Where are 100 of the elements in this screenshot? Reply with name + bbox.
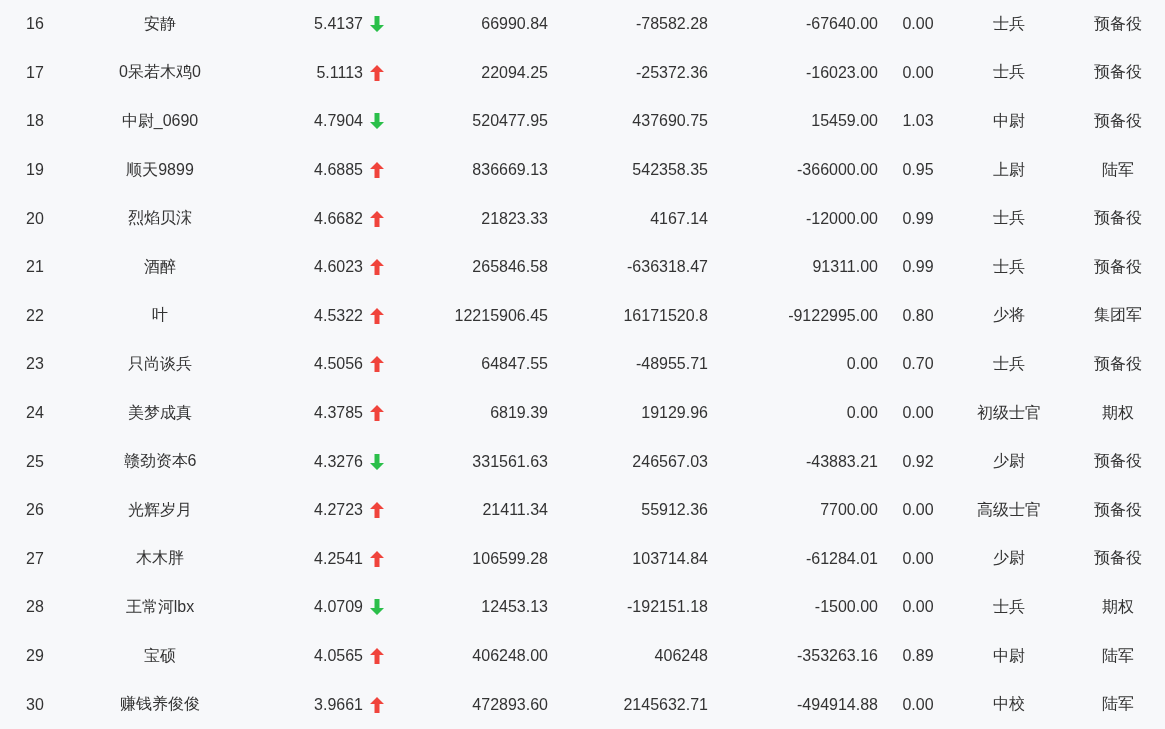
table-cell: 406248.00	[472, 647, 548, 665]
name-cell-text: 烈焰贝浨	[128, 208, 192, 229]
table-cell: 0.89	[902, 647, 934, 665]
table-cell: 836669.13	[472, 161, 548, 180]
rank-cell: 25	[26, 452, 44, 471]
table-cell: 55912.36	[641, 501, 708, 520]
name-cell-text: 赚钱养俊俊	[120, 694, 200, 715]
rank-title-cell-text: 高级士官	[977, 499, 1041, 520]
table-cell: 0.00	[902, 63, 934, 82]
score-cell: 4.6023	[314, 258, 363, 277]
rank-title-cell-text: 中尉	[993, 645, 1025, 666]
group-cell-text: 预备役	[1093, 111, 1142, 131]
table-cell: -25372.36	[635, 63, 708, 82]
rank-title-cell-text: 少将	[993, 305, 1025, 326]
table-cell: 0.00	[902, 501, 934, 520]
score-cell: 4.0565	[314, 647, 363, 665]
score-cell: 4.6885	[314, 161, 363, 180]
table-cell: 21823.33	[481, 209, 548, 228]
table-cell: 22094.25	[481, 63, 548, 82]
group-cell-text: 预备役	[1093, 13, 1142, 34]
rank-cell: 26	[26, 501, 44, 520]
table-cell: 0.00	[902, 404, 934, 423]
rank-title-cell-text: 中尉	[993, 111, 1025, 131]
table-cell: 0.99	[902, 258, 934, 277]
table-cell: 406248	[654, 647, 708, 665]
table-cell: -12000.00	[805, 209, 878, 228]
table-cell: -48955.71	[635, 355, 708, 374]
table-cell: -43883.21	[805, 452, 878, 471]
group-cell-text: 预备役	[1093, 353, 1142, 374]
group-cell-text: 预备役	[1093, 499, 1142, 520]
table-cell: 542358.35	[632, 161, 708, 180]
score-cell: 3.9661	[314, 695, 363, 714]
table-cell: -494914.88	[797, 695, 878, 714]
rank-title-cell-text: 初级士官	[977, 402, 1041, 423]
name-cell-text: 只尚谈兵	[128, 353, 192, 374]
table-cell: 6819.39	[490, 404, 548, 423]
rank-title-cell-text: 少尉	[993, 548, 1025, 569]
name-cell-text: 安静	[144, 13, 176, 34]
table-cell: 7700.00	[820, 501, 878, 520]
table-cell: 4167.14	[650, 209, 708, 228]
table-cell: 1.03	[902, 112, 934, 131]
rank-cell: 18	[26, 112, 44, 131]
rank-cell: 19	[26, 161, 44, 180]
table-cell: -61284.01	[805, 549, 878, 568]
table-cell: 0.00	[902, 549, 934, 568]
group-cell-text: 陆军	[1101, 159, 1134, 180]
score-cell: 4.3785	[314, 404, 363, 423]
rank-title-cell-text: 士兵	[993, 256, 1025, 277]
table-cell: 2145632.71	[623, 695, 708, 714]
table-cell: 66990.84	[481, 15, 548, 34]
group-cell-text: 陆军	[1101, 694, 1134, 715]
table-cell: 103714.84	[632, 549, 708, 568]
table-cell: 12215906.45	[454, 306, 548, 325]
table-cell: -67640.00	[805, 15, 878, 34]
table-cell: 0.00	[902, 695, 934, 714]
table-cell: 520477.95	[472, 112, 548, 131]
table-cell: -78582.28	[635, 15, 708, 34]
rank-cell: 16	[26, 15, 44, 34]
table-cell: 246567.03	[632, 452, 708, 471]
score-cell: 5.4137	[314, 15, 363, 34]
table-cell: -366000.00	[797, 161, 878, 180]
table-cell: 265846.58	[472, 258, 548, 277]
group-cell-text: 预备役	[1093, 548, 1142, 569]
name-cell-text: 美梦成真	[128, 402, 192, 423]
group-cell-text: 集团军	[1093, 305, 1142, 326]
table-cell: 64847.55	[481, 355, 548, 374]
table-cell: 15459.00	[811, 112, 878, 131]
table-cell: 437690.75	[632, 112, 708, 131]
name-cell-text: 木木胖	[136, 548, 184, 569]
group-cell-text: 预备役	[1093, 62, 1142, 83]
name-cell-text: 酒醉	[144, 256, 176, 277]
group-cell-text: 预备役	[1093, 208, 1142, 229]
table-cell: -9122995.00	[788, 306, 878, 325]
table-cell: 0.99	[902, 209, 934, 228]
table-cell: 0.92	[902, 452, 934, 471]
table-cell: 12453.13	[481, 598, 548, 617]
table-cell: 91311.00	[812, 258, 878, 277]
rank-cell: 17	[26, 63, 44, 82]
group-cell-text: 预备役	[1093, 256, 1142, 277]
rank-title-cell-text: 中校	[993, 694, 1025, 715]
table-cell: 16171520.8	[623, 306, 708, 325]
score-cell: 5.1113	[316, 63, 363, 82]
table-cell: 472893.60	[472, 695, 548, 714]
rank-cell: 22	[26, 306, 44, 325]
table-cell: 0.80	[902, 306, 934, 325]
table-cell: -636318.47	[627, 258, 708, 277]
name-cell-text: 顺天9899	[126, 159, 194, 180]
rank-title-cell-text: 士兵	[993, 13, 1025, 34]
table-cell: 0.00	[902, 598, 934, 617]
table-cell: 0.00	[846, 355, 878, 374]
rank-title-cell-text: 士兵	[993, 208, 1025, 229]
table-cell: 331561.63	[472, 452, 548, 471]
rank-cell: 20	[26, 209, 44, 228]
group-cell-text: 陆军	[1101, 645, 1134, 666]
score-cell: 4.2541	[314, 549, 363, 568]
group-cell-text: 期权	[1101, 402, 1134, 423]
rank-title-cell-text: 士兵	[993, 353, 1025, 374]
score-cell: 4.0709	[314, 598, 363, 617]
rank-title-cell-text: 上尉	[993, 159, 1025, 180]
name-cell-text: 宝硕	[144, 645, 176, 666]
